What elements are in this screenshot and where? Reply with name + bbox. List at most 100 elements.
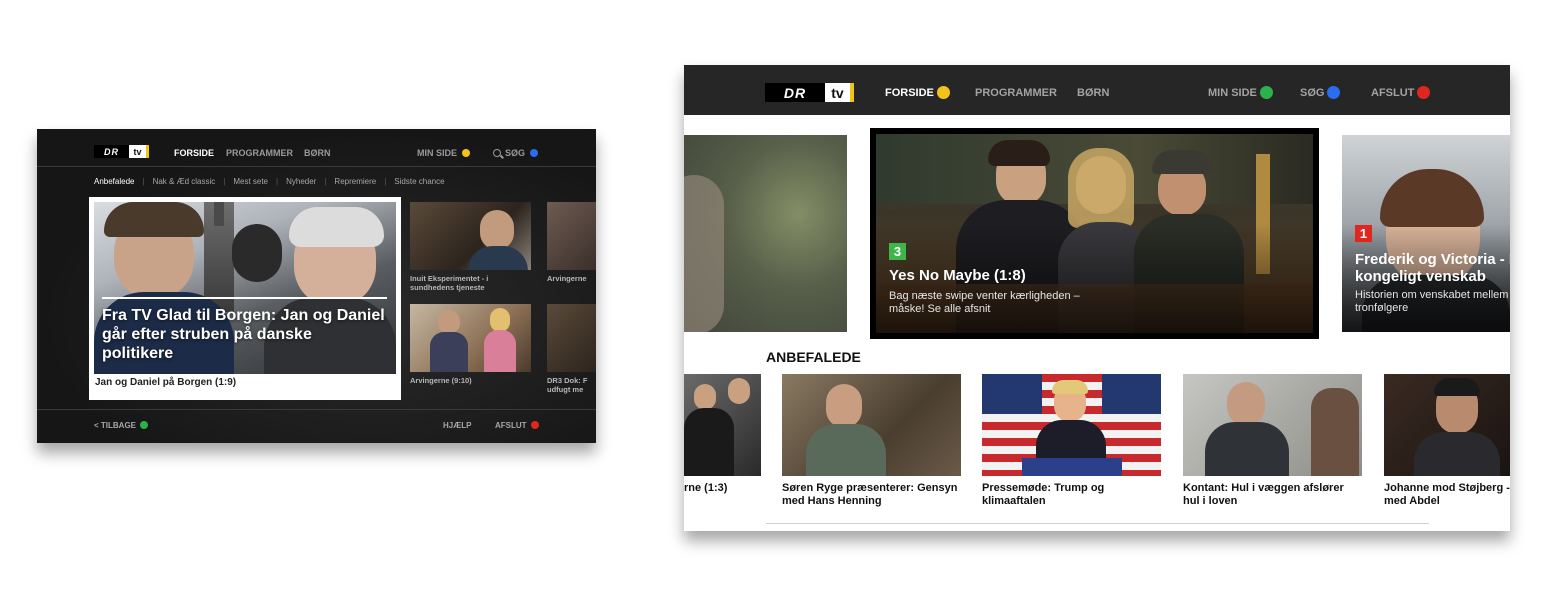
featured-caption: Jan og Daniel på Borgen (1:9) (95, 377, 237, 388)
subnav-sidste-chance[interactable]: Sidste chance (394, 177, 444, 186)
nav-forside[interactable]: FORSIDE (174, 148, 214, 158)
person-body-shape (806, 424, 886, 476)
person-shape (438, 310, 460, 334)
dr-tv-logo[interactable]: DR tv (94, 145, 149, 158)
nav-min-side-label: MIN SIDE (417, 148, 458, 158)
subnav-nyheder[interactable]: Nyheder (286, 177, 316, 186)
logo-tv: tv (825, 83, 850, 102)
program-tile[interactable]: Johanne mod Støjberg - med Abdel (1384, 374, 1510, 508)
featured-headline: Fra TV Glad til Borgen: Jan og Daniel gå… (102, 307, 385, 362)
person-shape (684, 175, 724, 332)
person-shape (826, 384, 862, 428)
hero-card-previous[interactable] (684, 135, 847, 332)
program-thumbnail (684, 374, 761, 476)
exit-button-label: AFSLUT (495, 421, 527, 430)
blue-button-icon (530, 148, 539, 157)
nav-programmer[interactable]: PROGRAMMER (226, 148, 293, 158)
subnav-separator: | (324, 177, 327, 186)
flag-canton-shape (982, 374, 1042, 414)
person-shape (728, 378, 750, 404)
program-tile[interactable]: Kontant: Hul i væggen afslører hul i lov… (1183, 374, 1362, 508)
subnav-repremiere[interactable]: Repremiere (334, 177, 376, 186)
nav-born[interactable]: BØRN (1077, 87, 1109, 99)
subnav-anbefalede[interactable]: Anbefalede (94, 177, 134, 186)
exit-button[interactable]: AFSLUT (495, 420, 539, 430)
person-body-shape (1205, 422, 1289, 476)
section-title-anbefalede: ANBEFALEDE (766, 349, 861, 365)
person-body-shape (684, 408, 734, 476)
dr-tv-logo[interactable]: DR tv (765, 83, 854, 102)
program-caption: Inuit Eksperimentet - i sundhedens tjene… (410, 274, 489, 292)
program-thumbnail (1183, 374, 1362, 476)
featured-thumbnail: Fra TV Glad til Borgen: Jan og Daniel gå… (94, 202, 396, 374)
program-tile[interactable]: Arvingerne (547, 202, 596, 296)
program-tile[interactable]: rne (1:3) (684, 374, 761, 495)
program-thumbnail (410, 304, 531, 372)
headline-rule (102, 297, 387, 299)
new-top-navigation: DR tv FORSIDE PROGRAMMER BØRN MIN SIDE S… (684, 65, 1510, 115)
person-hair-shape (1052, 380, 1088, 394)
program-tile[interactable]: Pressemøde: Trump og klimaaftalen (982, 374, 1161, 508)
category-subnav: Anbefalede | Nak & Æd classic | Mest sete | Ny… (94, 177, 445, 186)
person-body-shape (1414, 432, 1500, 476)
nav-afslut[interactable]: AFSLUT (1371, 85, 1431, 99)
old-bottom-bar: < TILBAGE HJÆLP AFSLUT (37, 409, 596, 443)
old-top-navigation: DR tv FORSIDE PROGRAMMER BØRN MIN SIDE S… (37, 129, 596, 167)
new-dr-tv-screen: DR tv FORSIDE PROGRAMMER BØRN MIN SIDE S… (684, 65, 1510, 531)
program-tile[interactable]: Søren Ryge præsenterer: Gensyn med Hans … (782, 374, 961, 508)
hero-card-next[interactable]: 1 Frederik og Victoria - I kongeligt ven… (1342, 135, 1510, 332)
hero-title: Yes No Maybe (1:8) (889, 267, 1026, 284)
program-thumbnail (547, 304, 596, 372)
nav-forside[interactable]: FORSIDE (885, 85, 950, 99)
program-caption: Pressemøde: Trump og klimaaftalen (982, 482, 1105, 507)
logo-dr: DR (94, 145, 129, 158)
help-button[interactable]: HJÆLP (443, 421, 471, 430)
person-body-shape (1036, 420, 1106, 460)
nav-min-side[interactable]: MIN SIDE (1208, 85, 1273, 99)
program-thumbnail (982, 374, 1161, 476)
nav-sog-label: SØG (1300, 87, 1325, 99)
red-button-icon (1417, 85, 1431, 99)
program-thumbnail (1384, 374, 1510, 476)
subnav-separator: | (223, 177, 226, 186)
flag-canton-shape (1102, 374, 1161, 414)
search-icon (493, 148, 501, 157)
old-dr-tv-screen: DR tv FORSIDE PROGRAMMER BØRN MIN SIDE S… (37, 129, 596, 443)
program-tile[interactable]: Arvingerne (9:10) (410, 304, 531, 398)
logo-dr: DR (765, 83, 825, 102)
blue-button-icon (1327, 85, 1341, 99)
nav-programmer[interactable]: PROGRAMMER (975, 87, 1057, 99)
subnav-nak-aed[interactable]: Nak & Æd classic (153, 177, 216, 186)
program-tile[interactable]: Inuit Eksperimentet - i sundhedens tjene… (410, 202, 531, 296)
person-body-shape (468, 246, 528, 270)
subnav-separator: | (384, 177, 387, 186)
channel-badge: 1 (1355, 225, 1372, 242)
nav-sog[interactable]: SØG (493, 148, 539, 158)
microphone-shape (232, 224, 282, 282)
back-button-label: < TILBAGE (94, 421, 137, 430)
nav-min-side[interactable]: MIN SIDE (417, 148, 471, 158)
program-tile[interactable]: DR3 Dok: F udfugt me (547, 304, 596, 398)
tower-spire-shape (214, 202, 224, 226)
hero-description: Historien om venskabet mellem tronfølger… (1355, 289, 1509, 314)
back-button[interactable]: < TILBAGE (94, 420, 149, 430)
presenter-hair-right (289, 207, 384, 247)
subnav-mest-sete[interactable]: Mest sete (233, 177, 268, 186)
program-thumbnail (782, 374, 961, 476)
hero-title: Frederik og Victoria - I kongeligt vensk… (1355, 251, 1510, 285)
subnav-separator: | (276, 177, 279, 186)
nav-sog-label: SØG (505, 148, 526, 158)
hero-description: Bag næste swipe venter kærligheden – mås… (889, 290, 1080, 315)
person-hair-shape (1311, 388, 1359, 476)
yellow-button-icon (936, 85, 950, 99)
nav-born[interactable]: BØRN (304, 148, 331, 158)
green-button-icon (1259, 85, 1273, 99)
hero-card-focused[interactable]: 3 Yes No Maybe (1:8) Bag næste swipe ven… (870, 128, 1319, 339)
program-thumbnail (410, 202, 531, 270)
yellow-button-icon (462, 148, 471, 157)
nav-sog[interactable]: SØG (1300, 85, 1341, 99)
person-shape (694, 384, 716, 410)
program-caption: Arvingerne (9:10) (410, 376, 472, 385)
featured-program-card[interactable]: Fra TV Glad til Borgen: Jan og Daniel gå… (89, 197, 401, 400)
person-body-shape (484, 330, 516, 372)
